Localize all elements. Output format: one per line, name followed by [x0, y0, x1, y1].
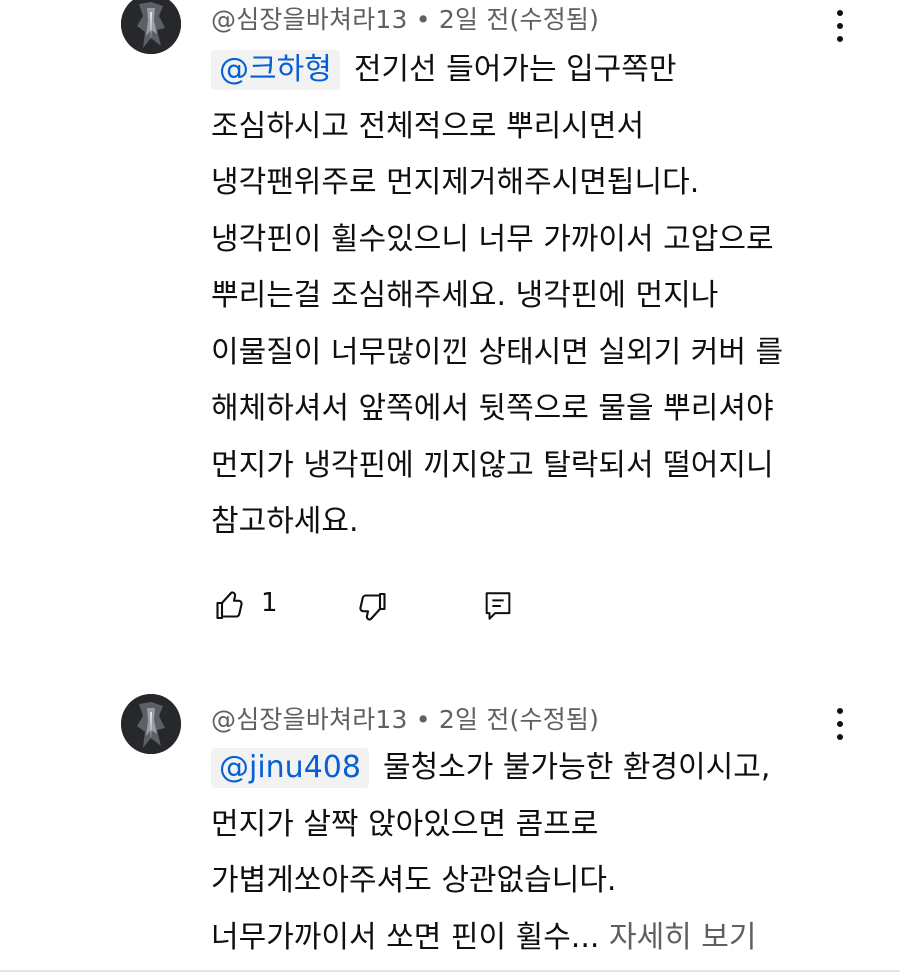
- like-button[interactable]: 1: [211, 586, 291, 626]
- avatar[interactable]: [121, 694, 181, 754]
- comment-line: 가볍게쏘아주셔도 상관없습니다.: [211, 863, 617, 898]
- read-more-link[interactable]: 자세히 보기: [609, 920, 757, 955]
- reply-icon: [485, 592, 511, 620]
- comment-line: 냉각핀이 휠수있으니 너무 가까이서 고압으로: [211, 221, 774, 257]
- mention-link[interactable]: @크하형: [211, 50, 340, 90]
- comment-line: 해체하셔서 앞쪽에서 뒷쪽으로 물을 뿌리셔야: [211, 391, 774, 426]
- comment-text: @jinu408 물청소가 불가능한 환경이시고, 먼지가 살짝 앉아있으면 콤프…: [211, 740, 770, 966]
- meta-separator: •: [415, 5, 431, 34]
- thumbs-up-icon: [216, 591, 243, 620]
- comment-line: 먼지가 냉각핀에 끼지않고 탈락되서 떨어지니: [211, 447, 774, 483]
- comment-line: 냉각팬위주로 먼지제거해주시면됩니다.: [211, 165, 700, 200]
- avatar[interactable]: [121, 0, 181, 54]
- more-vert-icon[interactable]: [830, 704, 850, 744]
- comment-line: 조심하시고 전체적으로 뿌리시면서: [211, 108, 645, 144]
- like-count: 1: [261, 588, 278, 618]
- comment-line: 너무가까이서 쏘면 핀이 휠수...: [211, 919, 600, 955]
- comment-line: 먼지가 살짝 앉아있으면 콤프로: [211, 806, 599, 842]
- comment-line: 참고하세요.: [211, 504, 359, 539]
- comment-meta: @심장을바쳐라13 • 2일 전(수정됨): [211, 0, 599, 36]
- divider: [0, 970, 900, 972]
- comment-actions: 1: [211, 586, 531, 626]
- mention-link[interactable]: @jinu408: [211, 748, 369, 788]
- comment-author[interactable]: @심장을바쳐라13: [211, 705, 408, 734]
- comment-time: 2일 전(수정됨): [438, 5, 600, 34]
- comment-line: 전기선 들어가는 입구쪽만: [353, 52, 677, 87]
- more-vert-icon[interactable]: [830, 6, 850, 46]
- comment-text: @크하형 전기선 들어가는 입구쪽만 조심하시고 전체적으로 뿌리시면서 냉각팬위…: [211, 42, 783, 551]
- comment-line: 뿌리는걸 조심해주세요. 냉각핀에 먼지나: [211, 278, 719, 313]
- comment-line: 이물질이 너무많이낀 상태시면 실외기 커버 를: [211, 334, 784, 370]
- thumbs-down-icon: [359, 592, 386, 621]
- comment-line: 물청소가 불가능한 환경이시고,: [382, 750, 771, 785]
- comment-author[interactable]: @심장을바쳐라13: [211, 5, 408, 34]
- comment-time: 2일 전(수정됨): [438, 705, 600, 734]
- reply-button[interactable]: [479, 586, 519, 626]
- dislike-button[interactable]: [351, 586, 393, 626]
- comment-meta: @심장을바쳐라13 • 2일 전(수정됨): [211, 700, 599, 736]
- meta-separator: •: [415, 705, 431, 734]
